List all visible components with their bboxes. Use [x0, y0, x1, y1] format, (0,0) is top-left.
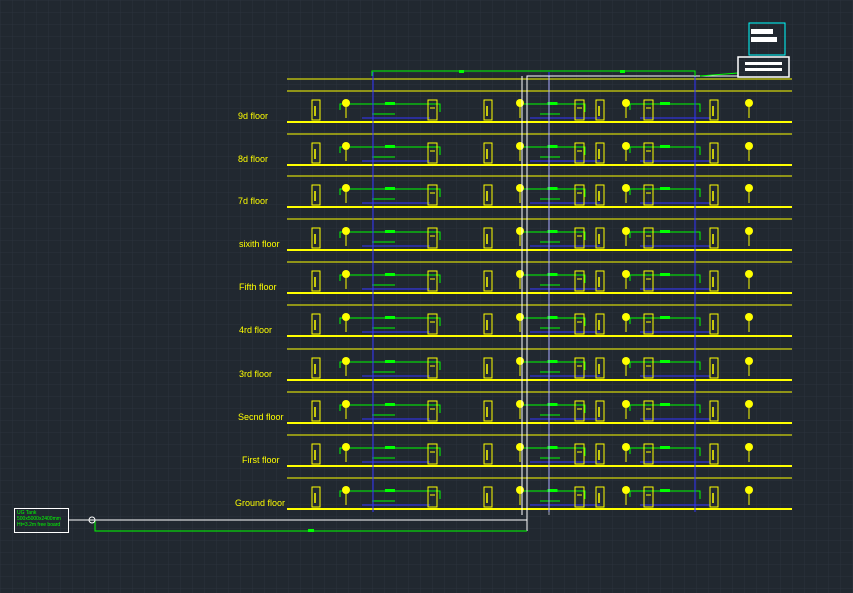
floor-label: Fifth floor: [239, 282, 277, 292]
valve: [660, 316, 670, 319]
valve: [385, 316, 395, 319]
shower-head: [516, 357, 524, 365]
shower-head: [745, 99, 753, 107]
shower-head: [745, 142, 753, 150]
shower-head: [622, 227, 630, 235]
shower-head: [745, 357, 753, 365]
floor-label: First floor: [242, 455, 280, 465]
plumbing-schematic: [0, 0, 853, 593]
tank-base-bar: [745, 68, 782, 71]
shower-head: [622, 142, 630, 150]
shower-head: [622, 99, 630, 107]
shower-head: [745, 184, 753, 192]
ug-tank-note[interactable]: UG Tank 500x5000x2400mm Ht=3.2m free boa…: [14, 508, 69, 533]
shower-head: [516, 99, 524, 107]
valve: [660, 446, 670, 449]
shower-head: [516, 184, 524, 192]
shower-head: [745, 270, 753, 278]
valve: [385, 230, 395, 233]
shower-head: [342, 486, 350, 494]
shower-head: [745, 443, 753, 451]
valve: [660, 145, 670, 148]
shower-head: [342, 313, 350, 321]
valve: [660, 489, 670, 492]
shower-head: [622, 357, 630, 365]
shower-head: [622, 443, 630, 451]
shower-head: [516, 486, 524, 494]
valve: [660, 403, 670, 406]
valve: [385, 273, 395, 276]
grid-background: [0, 0, 853, 593]
tank-base-bar: [745, 62, 782, 65]
valve: [385, 360, 395, 363]
floor-label: Ground floor: [235, 498, 286, 508]
shower-head: [622, 486, 630, 494]
suction-valve: [308, 529, 314, 532]
valve: [660, 230, 670, 233]
shower-head: [622, 400, 630, 408]
valve: [385, 187, 395, 190]
floor-label: 3rd floor: [239, 369, 273, 379]
floor-label: 7d floor: [238, 196, 269, 206]
valve: [385, 145, 395, 148]
cad-drawing-canvas: 9d floor 8d floor 7d floor sixith floor Fift…: [0, 0, 853, 593]
shower-head: [745, 486, 753, 494]
shower-head: [622, 313, 630, 321]
shower-head: [745, 400, 753, 408]
shower-head: [516, 142, 524, 150]
floor-label: 9d floor: [238, 111, 269, 121]
valve: [385, 489, 395, 492]
valve: [385, 446, 395, 449]
floor-label: Secnd floor: [238, 412, 284, 422]
shower-head: [342, 184, 350, 192]
shower-head: [745, 313, 753, 321]
shower-head: [516, 400, 524, 408]
shower-head: [342, 400, 350, 408]
tank-level-bar: [751, 37, 777, 42]
valve: [660, 187, 670, 190]
shower-head: [342, 357, 350, 365]
floor-label: 4rd floor: [239, 325, 273, 335]
shower-head: [745, 227, 753, 235]
shower-head: [622, 270, 630, 278]
shower-head: [516, 313, 524, 321]
valve: [660, 360, 670, 363]
shower-head: [516, 443, 524, 451]
shower-head: [342, 142, 350, 150]
valve: [660, 102, 670, 105]
shower-head: [622, 184, 630, 192]
shower-head: [342, 270, 350, 278]
valve: [385, 102, 395, 105]
shower-head: [516, 227, 524, 235]
overhead-valve: [620, 70, 625, 73]
valve: [660, 273, 670, 276]
overhead-valve: [459, 70, 464, 73]
shower-head: [516, 270, 524, 278]
shower-head: [342, 227, 350, 235]
valve: [385, 403, 395, 406]
tank-level-bar: [751, 29, 773, 34]
floor-label: sixith floor: [239, 239, 280, 249]
shower-head: [342, 443, 350, 451]
floor-label: 8d floor: [238, 154, 269, 164]
ug-tank-freeboard: Ht=3.2m free board: [17, 522, 61, 528]
shower-head: [342, 99, 350, 107]
